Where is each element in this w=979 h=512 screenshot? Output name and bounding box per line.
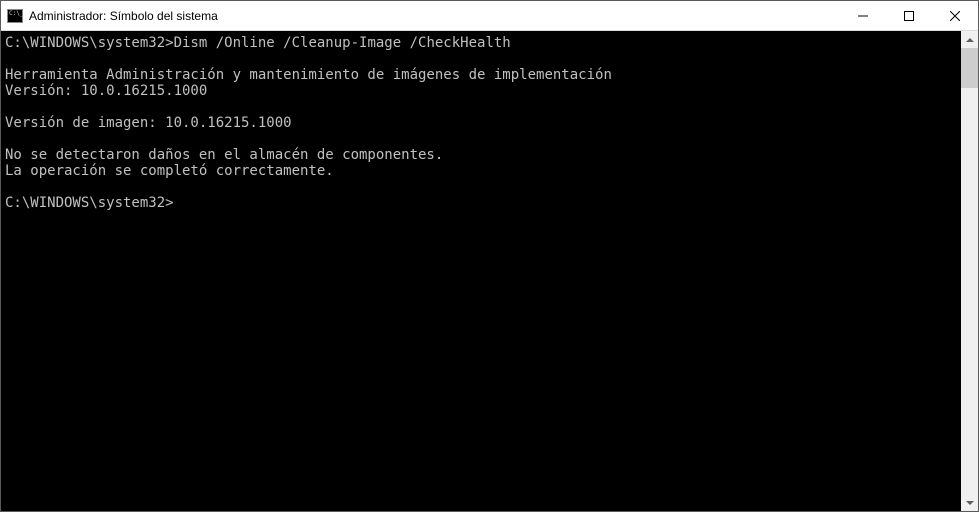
title-left: Administrador: Símbolo del sistema (1, 9, 218, 23)
scroll-thumb[interactable] (961, 48, 978, 88)
cursor (174, 197, 182, 211)
command-text: Dism /Online /Cleanup-Image /CheckHealth (174, 35, 511, 51)
scroll-down-button[interactable] (961, 494, 978, 511)
vertical-scrollbar[interactable] (961, 31, 978, 511)
minimize-button[interactable] (840, 1, 886, 30)
cmd-icon (7, 9, 23, 23)
output-line: Versión: 10.0.16215.1000 (5, 83, 207, 99)
terminal-output[interactable]: C:\WINDOWS\system32>Dism /Online /Cleanu… (1, 31, 961, 511)
chevron-up-icon (966, 38, 974, 42)
window-controls (840, 1, 978, 30)
maximize-button[interactable] (886, 1, 932, 30)
window-title: Administrador: Símbolo del sistema (29, 9, 218, 23)
titlebar[interactable]: Administrador: Símbolo del sistema (1, 1, 978, 31)
minimize-icon (858, 11, 868, 21)
close-button[interactable] (932, 1, 978, 30)
output-line: Versión de imagen: 10.0.16215.1000 (5, 115, 292, 131)
client-area: C:\WINDOWS\system32>Dism /Online /Cleanu… (1, 31, 978, 511)
scroll-track[interactable] (961, 48, 978, 494)
output-line: No se detectaron daños en el almacén de … (5, 147, 443, 163)
prompt: C:\WINDOWS\system32> (5, 195, 174, 211)
chevron-down-icon (966, 501, 974, 505)
scroll-up-button[interactable] (961, 31, 978, 48)
output-line: Herramienta Administración y mantenimien… (5, 67, 612, 83)
close-icon (950, 11, 960, 21)
maximize-icon (904, 11, 914, 21)
output-line: La operación se completó correctamente. (5, 163, 334, 179)
prompt: C:\WINDOWS\system32> (5, 35, 174, 51)
